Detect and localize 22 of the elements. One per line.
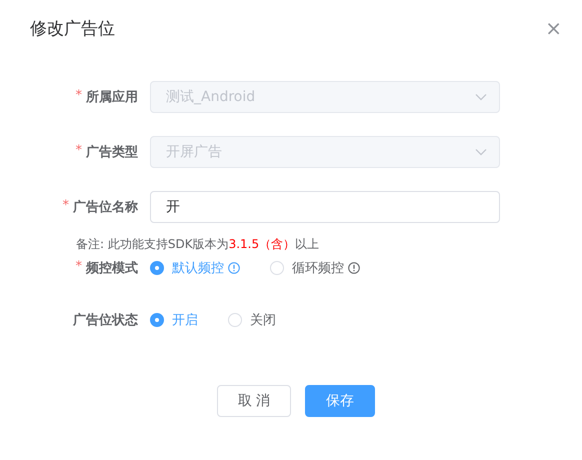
field-label: 所属应用 [86,88,138,106]
chevron-down-icon [475,148,487,156]
radio-option[interactable]: 开启 [150,311,198,329]
required-mark: * [76,143,82,160]
radio-option[interactable]: 关闭 [228,311,276,329]
required-mark: * [76,88,82,105]
dialog-title: 修改广告位 [30,18,115,40]
chevron-down-icon [475,93,487,101]
note-text: 备注: 此功能支持SDK版本为3.1.5（含）以上 [76,236,320,253]
field-value: 开 [166,198,180,216]
field-label: 广告位状态 [73,312,138,329]
required-mark: * [76,259,82,276]
required-mark: * [62,198,69,215]
field-label: 广告类型 [86,144,138,161]
close-button[interactable]: × [545,18,562,38]
field-label: 广告位名称 [73,198,138,216]
input-field[interactable]: 开 [150,191,500,223]
field-label: 频控模式 [86,260,138,277]
save-button[interactable]: 保存 [305,385,376,417]
radio-option[interactable]: 循环频控 [270,259,360,277]
cancel-button[interactable]: 取 消 [216,385,292,417]
radio-option[interactable]: 默认频控 [150,259,240,277]
